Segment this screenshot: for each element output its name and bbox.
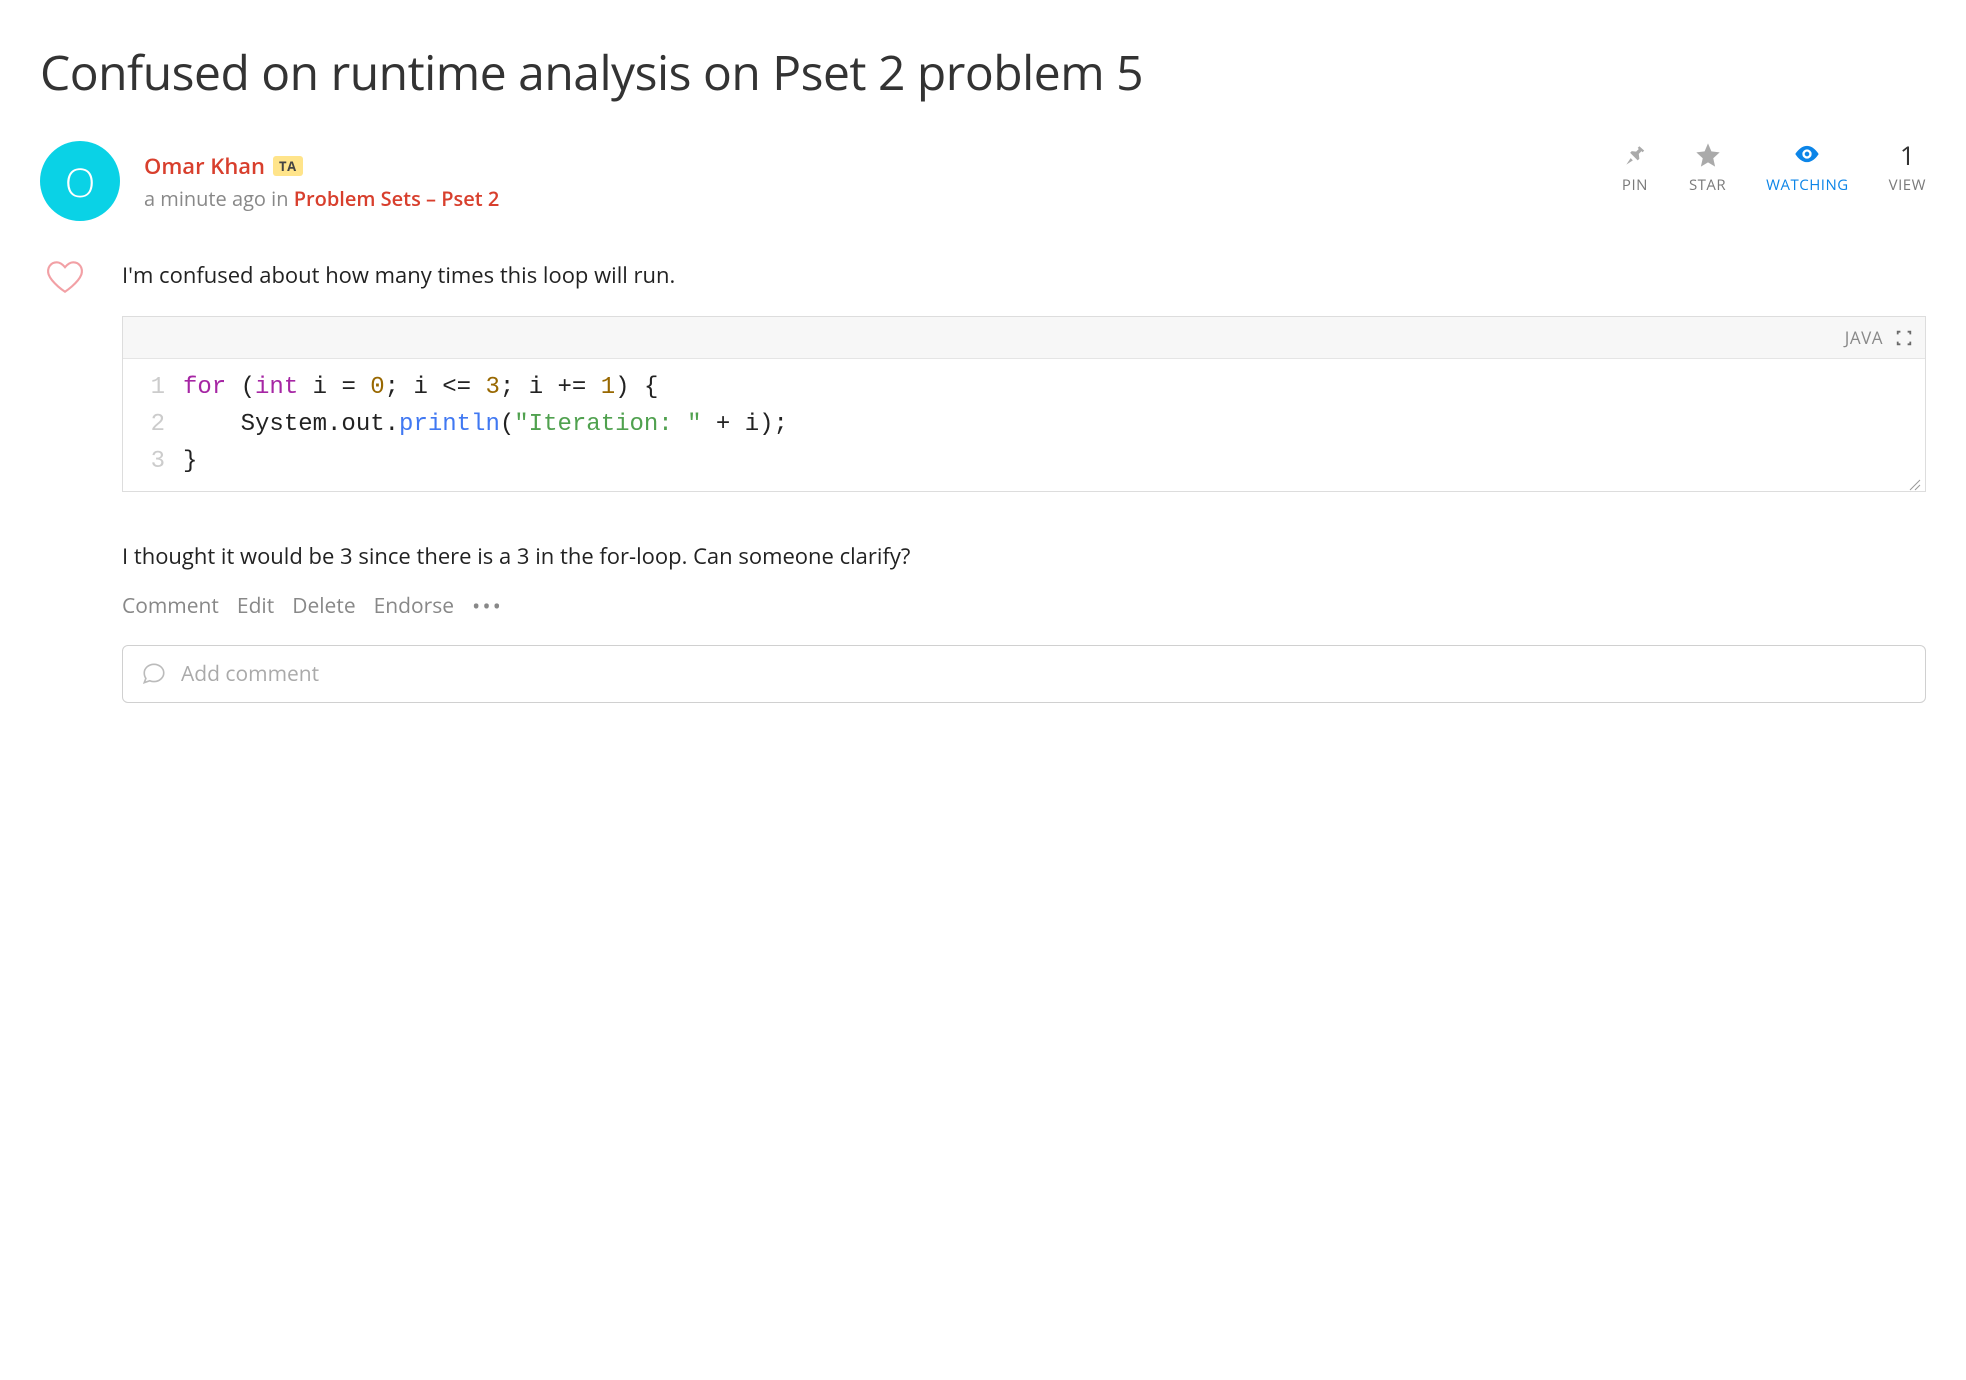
code-block-container: JAVA 1for (int i = 0; i <= 3; i += 1) {2… — [122, 316, 1926, 492]
ta-badge: TA — [273, 156, 303, 176]
watching-label: WATCHING — [1766, 175, 1849, 195]
body-intro: I'm confused about how many times this l… — [122, 259, 1926, 292]
author-block: O Omar Khan TA a minute ago in Problem S… — [40, 141, 499, 221]
star-action[interactable]: STAR — [1689, 141, 1726, 195]
post-meta: a minute ago in Problem Sets – Pset 2 — [144, 185, 499, 212]
code-language-label: JAVA — [1845, 326, 1883, 349]
post-title: Confused on runtime analysis on Pset 2 p… — [40, 40, 1926, 105]
code-header: JAVA — [123, 317, 1925, 359]
code-content: 1for (int i = 0; i <= 3; i += 1) {2 Syst… — [123, 359, 1925, 491]
post-time: a minute ago — [144, 185, 266, 212]
like-column — [40, 259, 90, 295]
comment-action[interactable]: Comment — [122, 592, 219, 620]
comment-bubble-icon — [141, 661, 167, 687]
star-icon — [1694, 141, 1722, 169]
code-line: 1for (int i = 0; i <= 3; i += 1) { — [123, 369, 1925, 406]
endorse-action[interactable]: Endorse — [374, 592, 454, 620]
line-number: 2 — [123, 406, 183, 443]
edit-action[interactable]: Edit — [237, 592, 274, 620]
post-actions-row: PIN STAR WATCHING 1 VIEW — [1621, 141, 1926, 195]
post-header: O Omar Khan TA a minute ago in Problem S… — [40, 141, 1926, 221]
pin-label: PIN — [1622, 175, 1648, 195]
line-number: 1 — [123, 369, 183, 406]
resize-handle-icon[interactable] — [1907, 473, 1921, 487]
add-comment-box[interactable] — [122, 645, 1926, 703]
view-label: VIEW — [1889, 175, 1926, 195]
delete-action[interactable]: Delete — [292, 592, 355, 620]
body-outro: I thought it would be 3 since there is a… — [122, 540, 1926, 573]
code-text: } — [183, 443, 197, 480]
eye-icon — [1793, 141, 1821, 169]
author-avatar[interactable]: O — [40, 141, 120, 221]
post-category[interactable]: Problem Sets – Pset 2 — [294, 185, 500, 212]
post-in: in — [266, 185, 294, 212]
more-icon[interactable]: ••• — [472, 591, 503, 621]
view-count-block: 1 VIEW — [1889, 141, 1926, 195]
code-text: for (int i = 0; i <= 3; i += 1) { — [183, 369, 658, 406]
author-meta: Omar Khan TA a minute ago in Problem Set… — [144, 151, 499, 212]
author-name[interactable]: Omar Khan — [144, 151, 265, 181]
code-line: 2 System.out.println("Iteration: " + i); — [123, 406, 1925, 443]
star-label: STAR — [1689, 175, 1726, 195]
post-body: I'm confused about how many times this l… — [40, 259, 1926, 703]
code-text: System.out.println("Iteration: " + i); — [183, 406, 788, 443]
content-column: I'm confused about how many times this l… — [122, 259, 1926, 703]
comment-input[interactable] — [181, 660, 1907, 688]
heart-icon[interactable] — [45, 259, 85, 295]
view-count: 1 — [1900, 141, 1915, 169]
pin-icon — [1621, 141, 1649, 169]
pin-action[interactable]: PIN — [1621, 141, 1649, 195]
author-name-row: Omar Khan TA — [144, 151, 499, 181]
code-line: 3} — [123, 443, 1925, 480]
post-footer-actions: Comment Edit Delete Endorse ••• — [122, 591, 1926, 621]
expand-icon[interactable] — [1895, 329, 1913, 347]
line-number: 3 — [123, 443, 183, 480]
watching-action[interactable]: WATCHING — [1766, 141, 1849, 195]
